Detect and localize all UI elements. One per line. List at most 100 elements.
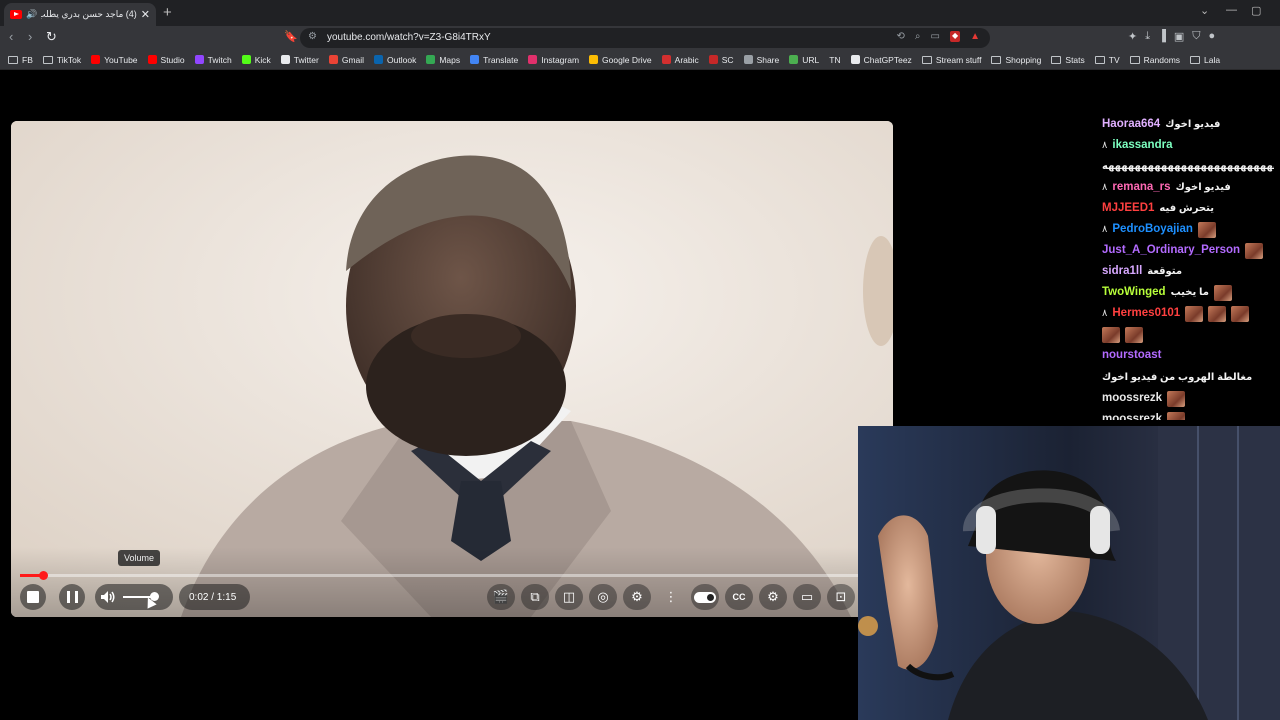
new-tab-button[interactable]: + — [163, 4, 172, 21]
bookmark-maps[interactable]: Maps — [426, 55, 460, 65]
video-player[interactable]: Volume 0:02 / 1:15 🎬 ⧉ ◫ ◎ ⚙ ⋮ CC ⚙ ▭ ⊡ — [11, 121, 893, 617]
url-text[interactable]: youtube.com/watch?v=Z3-G8i4TRxY — [327, 32, 491, 43]
cast-icon[interactable]: ⊡ — [827, 584, 855, 610]
chat-username[interactable]: TwoWinged — [1102, 284, 1166, 301]
chat-username[interactable]: Hermes0101 — [1112, 305, 1180, 322]
back-arrow-icon[interactable]: ‹ — [9, 29, 13, 44]
settings-gear-icon[interactable]: ⚙ — [623, 584, 651, 610]
clapper-icon[interactable]: 🎬 — [487, 584, 515, 610]
folder-icon — [991, 55, 1002, 64]
chat-username[interactable]: moossrezk — [1102, 390, 1162, 407]
chat-username[interactable]: PedroBoyajian — [1112, 221, 1193, 238]
progress-scrubber[interactable] — [39, 571, 48, 580]
bookmarks-bar: FB TikTok YouTube Studio Twitch Kick Twitter Gm… — [0, 50, 1280, 70]
chat-username[interactable]: sidra1ll — [1102, 263, 1142, 280]
reload-icon[interactable]: ↻ — [46, 29, 57, 45]
bookmark-share[interactable]: Share — [743, 55, 779, 65]
screenshot-camera-icon[interactable]: ◎ — [589, 584, 617, 610]
bookmark-instagram[interactable]: Instagram — [528, 55, 579, 65]
progress-bar[interactable] — [20, 571, 860, 580]
bookmark-arabic[interactable]: Arabic — [661, 55, 699, 65]
bookmark-tv[interactable]: TV — [1094, 55, 1120, 65]
bookmark-google-drive[interactable]: Google Drive — [589, 55, 652, 65]
bookmark-studio[interactable]: Studio — [147, 55, 185, 65]
miniplayer-icon[interactable]: ▭ — [793, 584, 821, 610]
extension-shield-icon[interactable]: ◆ — [949, 31, 961, 42]
zoom-icon[interactable]: ⌕ — [915, 31, 921, 42]
profile-icon[interactable]: ● — [1209, 30, 1216, 43]
bookmark-youtube[interactable]: YouTube — [91, 55, 138, 65]
chat-emote — [1213, 284, 1232, 301]
video-frame — [11, 121, 893, 617]
volume-button[interactable] — [95, 584, 121, 610]
bookmark-stream-stuff[interactable]: Stream stuff — [921, 55, 981, 65]
chat-text: ههههههههههههههههههههههههههه — [1102, 161, 1274, 172]
bookmark-stats[interactable]: Stats — [1051, 55, 1085, 65]
browser-toolbar: ‹ › ↻ 🔖 ⚙ youtube.com/watch?v=Z3-G8i4TRx… — [0, 26, 1280, 50]
bookmark-lala[interactable]: Lala — [1190, 55, 1220, 65]
bookmark-kick[interactable]: Kick — [241, 55, 271, 65]
folder-icon — [1190, 55, 1201, 64]
captions-cc-icon[interactable]: CC — [725, 584, 753, 610]
site-favicon-icon — [708, 55, 718, 64]
youtube-favicon-icon — [10, 10, 22, 19]
bookmark-label: Outlook — [387, 54, 417, 65]
chat-username[interactable]: moossrezk — [1102, 411, 1162, 420]
chat-emote — [1245, 242, 1264, 259]
bookmark-tn[interactable]: TN — [829, 55, 840, 65]
picture-in-picture-icon[interactable]: ⧉ — [521, 584, 549, 610]
chat-username[interactable]: ikassandra — [1112, 137, 1172, 154]
tab-close-icon[interactable]: ✕ — [141, 8, 150, 21]
bookmark-sc[interactable]: SC — [708, 55, 734, 65]
chat-username[interactable]: nourstoast — [1102, 347, 1161, 364]
tab-search-icon[interactable]: ⌄ — [1200, 4, 1209, 17]
bookmark-gmail[interactable]: Gmail — [328, 55, 364, 65]
chat-username[interactable]: remana_rs — [1112, 179, 1170, 196]
maximize-button[interactable]: ▢ — [1251, 4, 1261, 17]
minimize-button[interactable]: — — [1226, 4, 1237, 16]
pause-group — [59, 584, 85, 610]
theater-mode-icon[interactable]: ◫ — [555, 584, 583, 610]
site-info-icon[interactable]: ⚙ — [308, 31, 317, 42]
downloads-icon[interactable]: ⤓ — [1145, 30, 1150, 43]
chat-badge: ٨ — [1102, 308, 1108, 319]
address-bar[interactable]: ⚙ youtube.com/watch?v=Z3-G8i4TRxY ⟲ ⌕ ▭ … — [300, 28, 990, 48]
bookmark-twitch[interactable]: Twitch — [194, 55, 232, 65]
right-controls: 🎬 ⧉ ◫ ◎ ⚙ ⋮ CC ⚙ ▭ ⊡ — [487, 584, 855, 610]
wallet-icon[interactable]: ▣ — [1174, 30, 1184, 43]
forward-arrow-icon[interactable]: › — [28, 29, 32, 44]
chat-emote — [1125, 327, 1143, 343]
bookmark-label: Lala — [1204, 54, 1221, 65]
chat-message: nourstoast مغالطة الهروب من فيديو اخوك — [1098, 345, 1274, 388]
pause-button[interactable] — [59, 584, 85, 610]
volume-slider[interactable] — [121, 584, 161, 610]
cast-icon[interactable]: ▭ — [930, 31, 939, 42]
stop-button[interactable] — [20, 584, 46, 610]
bookmark-fb[interactable]: FB — [8, 55, 33, 65]
bookmark-tiktok[interactable]: TikTok — [42, 55, 81, 65]
quality-settings-icon[interactable]: ⚙ — [759, 584, 787, 610]
translate-icon[interactable]: ⟲ — [896, 31, 904, 42]
shield-icon[interactable]: ⛉ — [1192, 30, 1200, 43]
autoplay-toggle[interactable] — [691, 584, 719, 610]
bookmark-url[interactable]: URL — [789, 55, 819, 65]
bookmark-shopping[interactable]: Shopping — [991, 55, 1041, 65]
extension-puzzle-icon[interactable]: ✦ — [1128, 30, 1137, 43]
side-panel-icon[interactable]: ▐ — [1158, 30, 1166, 43]
bookmark-randoms[interactable]: Randoms — [1129, 55, 1180, 65]
chat-username[interactable]: Just_A_Ordinary_Person — [1102, 242, 1240, 259]
bookmark-twitter[interactable]: Twitter — [280, 55, 319, 65]
chat-username[interactable]: MJJEED1 — [1102, 200, 1154, 217]
bookmark-page-icon[interactable]: 🔖 — [284, 30, 298, 43]
browser-tab-active[interactable]: 🔊 (4) ماجد حسن بدري يطلب منا ✕ — [4, 3, 156, 26]
chat-emote — [1167, 390, 1186, 407]
omnibox-actions: ⟲ ⌕ ▭ ◆ ▲ — [896, 31, 980, 42]
audio-playing-icon[interactable]: 🔊 — [26, 9, 37, 20]
bookmark-chatgpteez[interactable]: ChatGPTeez — [850, 55, 912, 65]
bookmark-label: URL — [802, 54, 820, 65]
bookmark-translate[interactable]: Translate — [470, 55, 518, 65]
more-options-icon[interactable]: ⋮ — [657, 584, 685, 610]
chat-username[interactable]: Haoraa664 — [1102, 116, 1160, 133]
bookmark-outlook[interactable]: Outlook — [374, 55, 416, 65]
extension-triangle-icon[interactable]: ▲ — [970, 31, 980, 42]
